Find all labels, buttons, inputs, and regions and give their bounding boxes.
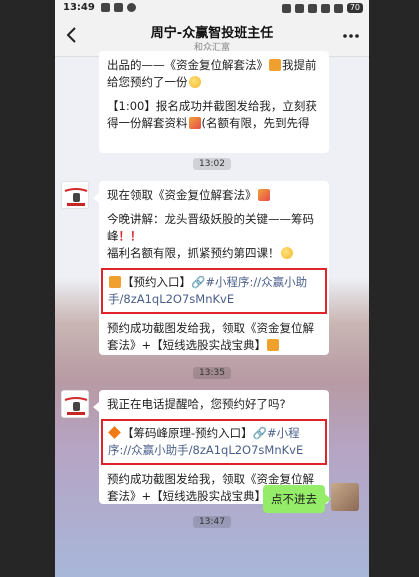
notification-icons bbox=[101, 0, 136, 12]
sender-avatar[interactable] bbox=[61, 181, 89, 209]
reservation-label: 【筹码峰原理-预约入口】 bbox=[122, 426, 253, 440]
reservation-link-box[interactable]: 【筹码峰原理-预约入口】🔗#小程序://众赢小助手/8zA1qL2O7sMnKv… bbox=[101, 419, 327, 465]
my-message-text: 点不进去 bbox=[271, 492, 317, 506]
system-icons: 70 bbox=[281, 0, 363, 13]
my-avatar[interactable] bbox=[331, 483, 359, 511]
reservation-label: 【预约入口】 bbox=[122, 275, 191, 289]
message-text: 预约成功截图发给我，领取《资金复位解套法》+【短线选股实战宝典】 bbox=[107, 321, 314, 352]
sender-avatar[interactable] bbox=[61, 390, 89, 418]
chat-title: 周宁-众赢智投班主任 bbox=[150, 26, 274, 41]
phone-screen: 13:49 70 周宁-众赢智投班主任 和众汇富 出品的——《资金复位解套法》 … bbox=[55, 0, 369, 577]
alarm-icon bbox=[294, 3, 304, 13]
battery-icon: 70 bbox=[346, 3, 363, 13]
gift-emoji-icon bbox=[109, 276, 121, 288]
gift-emoji-icon bbox=[267, 339, 280, 351]
timestamp: 13:02 bbox=[193, 158, 231, 170]
party-popper-emoji-icon bbox=[188, 117, 201, 129]
wifi-icon bbox=[320, 3, 330, 13]
vibrate-icon bbox=[307, 3, 317, 13]
gift-emoji-icon bbox=[269, 59, 281, 71]
exclamation-icon: ！！ bbox=[118, 229, 142, 243]
message-text: 出品的——《资金复位解套法》 bbox=[107, 58, 268, 72]
smile-emoji-icon bbox=[280, 247, 293, 259]
timestamp: 13:47 bbox=[193, 516, 231, 528]
status-time: 13:49 bbox=[63, 2, 95, 13]
link-icon: 🔗 bbox=[191, 275, 206, 289]
notification-icon bbox=[101, 3, 110, 12]
message-text: (名额有限，先到先得 bbox=[201, 116, 310, 130]
app-icon bbox=[114, 3, 123, 12]
my-message-bubble[interactable]: 点不进去 bbox=[263, 485, 331, 513]
avatar-logo-icon bbox=[62, 182, 88, 208]
status-bar: 13:49 70 bbox=[55, 0, 369, 16]
chat-area[interactable]: 出品的——《资金复位解套法》 我提前给您预约了一份 【1:00】报名成功并截图发给… bbox=[55, 51, 369, 577]
message-bubble[interactable]: 现在领取《资金复位解套法》 今晚讲解：龙头晋级妖股的关键——筹码峰！！ 福利名额… bbox=[93, 181, 329, 355]
link-icon: 🔗 bbox=[252, 426, 267, 440]
smile-emoji-icon bbox=[188, 76, 201, 88]
message-text: 我正在电话提醒哈，您预约好了吗? bbox=[107, 397, 286, 411]
message-text: 福利名额有限，抓紧预约第四课！ bbox=[107, 246, 280, 260]
left-border bbox=[0, 0, 55, 577]
more-options-icon[interactable] bbox=[341, 26, 361, 46]
reservation-link-box[interactable]: 【预约入口】🔗#小程序://众赢小助手/8zA1qL2O7sMnKvE bbox=[101, 268, 327, 314]
signal-icon bbox=[333, 3, 343, 13]
wechat-icon bbox=[127, 3, 136, 12]
orange-diamond-icon bbox=[108, 426, 121, 439]
message-text: 现在领取《资金复位解套法》 bbox=[107, 188, 257, 202]
message-bubble[interactable]: 出品的——《资金复位解套法》 我提前给您预约了一份 【1:00】报名成功并截图发给… bbox=[99, 51, 329, 153]
right-border bbox=[369, 0, 419, 577]
nfc-icon bbox=[281, 3, 291, 13]
party-popper-emoji-icon bbox=[257, 189, 270, 201]
timestamp: 13:35 bbox=[193, 367, 231, 379]
avatar-logo-icon bbox=[62, 391, 88, 417]
